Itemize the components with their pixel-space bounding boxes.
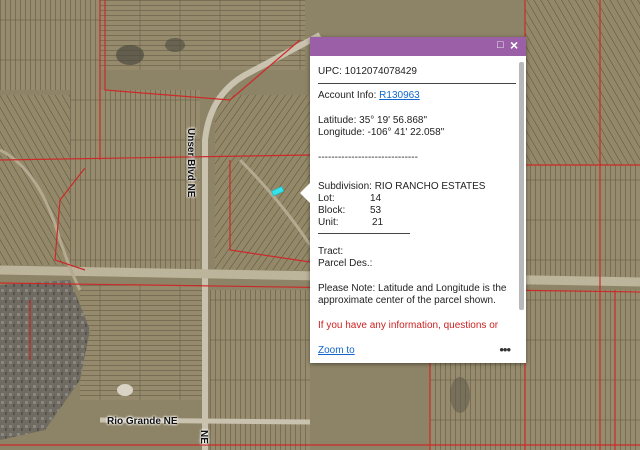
contact-note: If you have any information, questions o… xyxy=(318,320,499,331)
upc-line: UPC: 1012074078429 xyxy=(318,66,417,77)
vegetation xyxy=(116,45,144,65)
vegetation xyxy=(450,377,470,413)
parcel-block xyxy=(210,290,310,450)
parcel-description: Parcel Des.: xyxy=(318,258,373,269)
divider xyxy=(318,83,516,84)
popup-body[interactable]: UPC: 1012074078429 Account Info: R130963… xyxy=(310,56,516,362)
longitude: Longitude: -106° 41' 22.058" xyxy=(318,127,445,138)
popup-footer: Zoom to ••• xyxy=(310,341,526,363)
more-options-icon[interactable]: ••• xyxy=(499,342,511,357)
parcel-popup: □ × UPC: 1012074078429 Account Info: R13… xyxy=(300,37,526,363)
note-line: approximate center of the parcel shown. xyxy=(318,295,496,306)
parcel-block xyxy=(525,165,640,285)
vegetation xyxy=(165,38,185,52)
building xyxy=(117,384,133,396)
account-info: Account Info: R130963 xyxy=(318,90,420,102)
separator: ------------------------------ xyxy=(318,152,418,163)
parcel-block xyxy=(80,285,205,400)
parcel-block xyxy=(0,0,100,90)
account-link[interactable]: R130963 xyxy=(379,90,420,101)
parcel-block xyxy=(525,0,640,165)
road-label: Unser Blvd NE xyxy=(185,128,196,198)
road-label: Rio Grande NE xyxy=(107,416,178,427)
note-line: Please Note: Latitude and Longitude is t… xyxy=(318,283,507,294)
popup-pointer xyxy=(300,183,310,203)
parcel-block xyxy=(70,90,200,270)
tract: Tract: xyxy=(318,246,344,257)
divider xyxy=(318,233,410,234)
latitude: Latitude: 35° 19' 56.868" xyxy=(318,115,427,126)
lot-value: 14 xyxy=(370,193,382,204)
block-label: Block: xyxy=(318,205,346,216)
maximize-icon[interactable]: □ xyxy=(497,40,508,51)
popup-header: □ × xyxy=(310,37,526,56)
lot-label: Lot: xyxy=(318,193,335,204)
zoom-to-link[interactable]: Zoom to xyxy=(318,345,355,356)
unit-value: 21 xyxy=(372,217,384,228)
road-label: NE xyxy=(198,430,209,444)
subdivision: Subdivision: RIO RANCHO ESTATES xyxy=(318,181,486,192)
block-value: 53 xyxy=(370,205,382,216)
unit-label: Unit: xyxy=(318,217,339,228)
popup-scrollbar[interactable] xyxy=(519,62,524,310)
account-label: Account Info: xyxy=(318,90,380,101)
close-icon[interactable]: × xyxy=(510,38,522,52)
